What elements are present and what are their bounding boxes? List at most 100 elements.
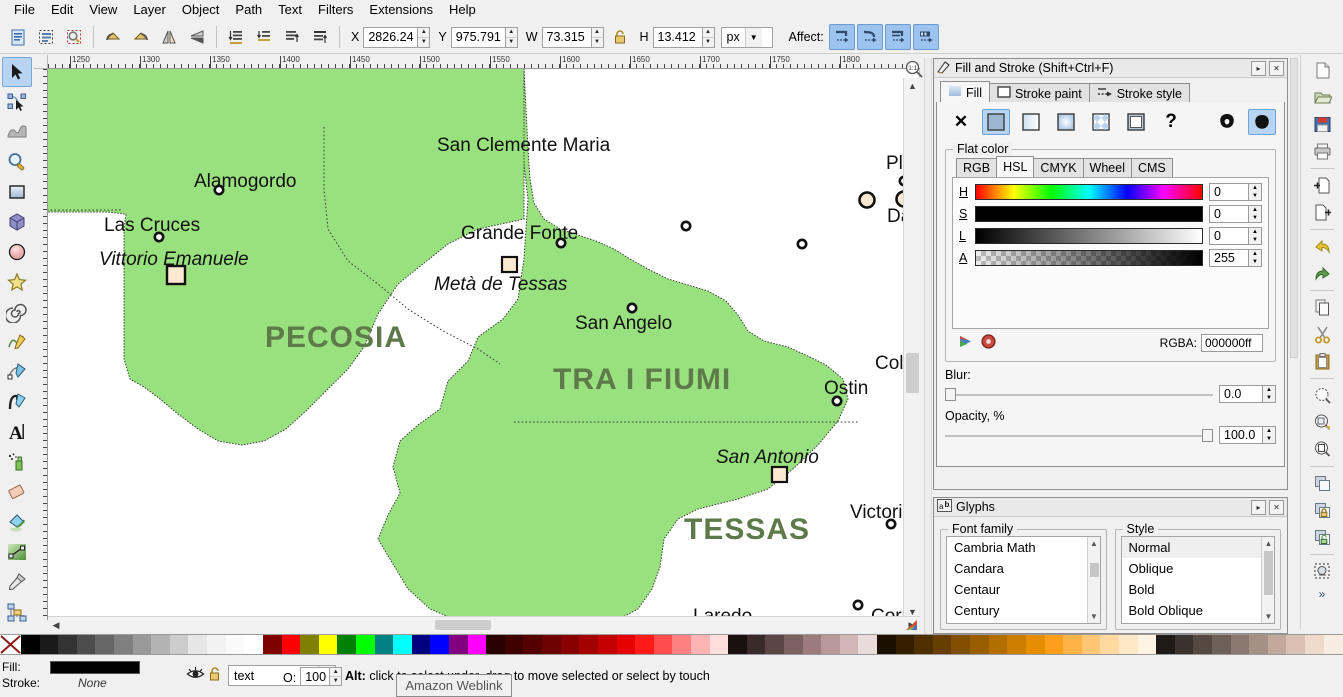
palette-swatch[interactable]: [188, 635, 208, 654]
opacity-spin-up[interactable]: ▲: [330, 668, 342, 677]
duplicate-button[interactable]: [1307, 470, 1337, 497]
city-label-san-clemente-maria[interactable]: San Clemente Maria: [437, 135, 611, 156]
flip-horizontal-button[interactable]: [156, 24, 182, 50]
object-properties-button[interactable]: [1307, 558, 1337, 585]
tab-cms[interactable]: CMS: [1130, 158, 1173, 177]
lower-to-bottom-button[interactable]: [223, 24, 249, 50]
alpha-spin-down[interactable]: ▼: [1249, 258, 1261, 266]
menu-view[interactable]: View: [81, 0, 125, 20]
font-style-scrollbar[interactable]: ▲ ▼: [1261, 537, 1274, 623]
rotate-90-ccw-button[interactable]: [100, 24, 126, 50]
layer-visible-icon[interactable]: [186, 666, 205, 685]
palette-swatch[interactable]: [932, 635, 952, 654]
palette-swatch[interactable]: [95, 635, 115, 654]
save-document-button[interactable]: [1307, 111, 1337, 138]
bigcity-marker[interactable]: [858, 191, 876, 209]
palette-swatch[interactable]: [988, 635, 1008, 654]
lightness-slider[interactable]: [975, 228, 1203, 244]
palette-swatch[interactable]: [1305, 635, 1324, 654]
nonzero-fillrule-button[interactable]: [1248, 109, 1276, 135]
layer-unlocked-icon[interactable]: [207, 666, 223, 685]
w-spin-up[interactable]: ▲: [591, 28, 603, 38]
palette-swatch[interactable]: [1118, 635, 1138, 654]
unknown-paint-button[interactable]: ?: [1157, 109, 1185, 135]
font-style-item[interactable]: Oblique: [1122, 558, 1275, 579]
y-spin-up[interactable]: ▲: [505, 28, 517, 38]
palette-swatch[interactable]: [597, 635, 617, 654]
connector-tool[interactable]: [2, 597, 32, 627]
lightness-spin[interactable]: ▲ ▼: [1249, 227, 1262, 245]
font-family-item[interactable]: Cambria Math: [947, 537, 1100, 558]
flat-color-button[interactable]: [982, 109, 1010, 135]
w-input[interactable]: 73.315: [541, 26, 591, 48]
font-family-item[interactable]: Century: [947, 600, 1100, 621]
palette-swatch[interactable]: [523, 635, 543, 654]
city-marker[interactable]: [680, 220, 692, 232]
font-style-item[interactable]: Normal: [1121, 537, 1274, 558]
alpha-value[interactable]: 255: [1209, 249, 1249, 267]
tweak-tool[interactable]: [2, 117, 32, 147]
palette-swatch[interactable]: [300, 635, 319, 654]
h-input[interactable]: 13.412: [652, 26, 702, 48]
palette-swatch[interactable]: [244, 635, 263, 654]
palette-swatch[interactable]: [1230, 635, 1250, 654]
palette-swatch[interactable]: [1007, 635, 1026, 654]
palette-swatch[interactable]: [802, 635, 822, 654]
scroll-down-arrow[interactable]: ▼: [1262, 610, 1274, 623]
palette-swatch[interactable]: [877, 635, 896, 654]
panel-close-icon[interactable]: ✕: [1269, 60, 1284, 76]
city-marker[interactable]: [852, 599, 864, 611]
rotate-90-cw-button[interactable]: [128, 24, 154, 50]
opacity-knob[interactable]: [1202, 428, 1213, 442]
drawing-canvas[interactable]: PECOSIA TRA I FIUMI TESSAS Alamogordo La…: [48, 69, 920, 620]
x-spin-down[interactable]: ▼: [418, 38, 429, 47]
capital-label-vittorio-emanuele[interactable]: Vittorio Emanuele: [99, 249, 249, 270]
menu-text[interactable]: Text: [270, 0, 310, 20]
palette-swatch[interactable]: [486, 635, 505, 654]
chevron-down-icon[interactable]: ▼: [744, 27, 762, 47]
hue-slider[interactable]: [975, 184, 1203, 200]
w-spin-down[interactable]: ▼: [592, 38, 603, 47]
palette-swatch[interactable]: [1081, 635, 1101, 654]
blur-spin[interactable]: ▲ ▼: [1263, 385, 1276, 403]
tab-rgb[interactable]: RGB: [956, 158, 998, 177]
affect-gradients-button[interactable]: [884, 24, 911, 50]
font-family-scroll-thumb[interactable]: [1089, 563, 1099, 577]
import-button[interactable]: [1307, 172, 1337, 199]
calligraphy-tool[interactable]: [2, 387, 32, 417]
capital-label-meta-de-tessas[interactable]: Metà de Tessas: [434, 274, 568, 295]
opacity-value[interactable]: 100.0: [1219, 426, 1263, 444]
linear-gradient-button[interactable]: [1017, 109, 1045, 135]
y-spin-buttons[interactable]: ▲ ▼: [504, 26, 518, 48]
h-spin-buttons[interactable]: ▲ ▼: [701, 26, 715, 48]
selector-tool[interactable]: [2, 57, 32, 87]
vertical-ruler[interactable]: [34, 69, 48, 620]
palette-swatch[interactable]: [1193, 635, 1212, 654]
menu-filters[interactable]: Filters: [310, 0, 361, 20]
h-spin-up[interactable]: ▲: [702, 28, 714, 38]
panel-close-icon[interactable]: ✕: [1269, 499, 1284, 515]
alpha-spin[interactable]: ▲ ▼: [1249, 249, 1262, 267]
swatch-button[interactable]: [1122, 109, 1150, 135]
cut-button[interactable]: [1307, 321, 1337, 348]
palette-swatch[interactable]: [21, 635, 40, 654]
palette-swatch[interactable]: [653, 635, 673, 654]
affect-stroke-width-button[interactable]: [828, 24, 855, 50]
select-all-in-document-button[interactable]: [5, 24, 31, 50]
palette-swatch[interactable]: [765, 635, 784, 654]
menu-extensions[interactable]: Extensions: [361, 0, 441, 20]
font-style-item[interactable]: Bold: [1122, 579, 1275, 600]
city-label-ostin[interactable]: Ostin: [824, 378, 868, 399]
zoom-1-to-1-icon[interactable]: 1:1: [903, 58, 925, 80]
font-family-scrollbar[interactable]: ▲ ▼: [1086, 537, 1100, 623]
region-label-tessas[interactable]: TESSAS: [684, 513, 810, 546]
palette-swatch[interactable]: [542, 635, 561, 654]
palette-swatch[interactable]: [76, 635, 96, 654]
capital-marker[interactable]: [770, 465, 789, 484]
capital-marker[interactable]: [500, 255, 519, 274]
palette-swatch[interactable]: [281, 635, 301, 654]
star-tool[interactable]: [2, 267, 32, 297]
lightness-spin-up[interactable]: ▲: [1249, 228, 1261, 236]
lock-aspect-ratio-button[interactable]: [607, 24, 633, 50]
pattern-button[interactable]: [1087, 109, 1115, 135]
